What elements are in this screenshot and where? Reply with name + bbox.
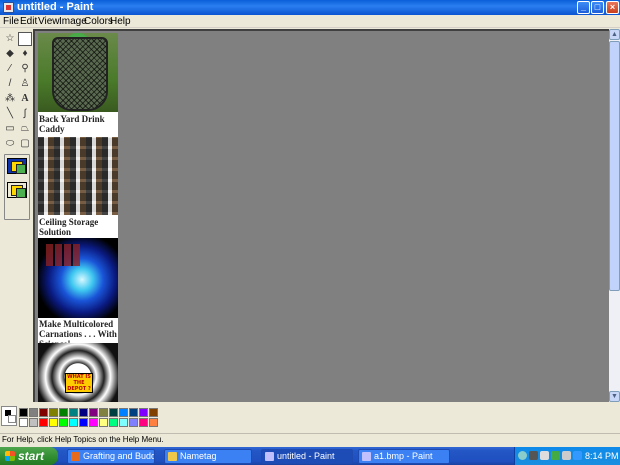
- color-swatch[interactable]: [139, 408, 148, 417]
- menu-help[interactable]: Help: [110, 15, 131, 28]
- minimize-button[interactable]: _: [577, 1, 590, 14]
- tool-options-panel: [4, 154, 30, 220]
- system-tray: 8:14 PM: [514, 447, 620, 465]
- maximize-button[interactable]: □: [591, 1, 604, 14]
- start-label: start: [18, 449, 45, 463]
- menu-colors[interactable]: Colors: [84, 15, 113, 28]
- transparent-selection-icon[interactable]: [7, 182, 27, 198]
- rect-select-icon[interactable]: [18, 32, 32, 46]
- toolbox: ☆ ◆ ♦ ⁄ ⚲ / ♙ ⁂ A ╲ ∫ ▭ ⏢ ⬭ ▢: [0, 29, 33, 402]
- depot-sign: WHAT IS THE DEPOT ?: [65, 373, 93, 393]
- line-icon[interactable]: ╲: [3, 107, 17, 121]
- ceiling-storage-image: [38, 137, 118, 215]
- color-swatch[interactable]: [59, 418, 68, 427]
- menu-bar: File Edit View Image Colors Help: [0, 15, 620, 28]
- color-swatch[interactable]: [139, 418, 148, 427]
- color-swatch[interactable]: [49, 408, 58, 417]
- eyedropper-icon[interactable]: ⁄: [3, 62, 17, 76]
- opaque-selection-icon[interactable]: [7, 158, 27, 174]
- close-button[interactable]: ×: [606, 1, 619, 14]
- firefox-icon: [71, 452, 80, 461]
- color-swatch[interactable]: [109, 408, 118, 417]
- airbrush-icon[interactable]: ⁂: [3, 92, 17, 106]
- pencil-icon[interactable]: /: [3, 77, 17, 91]
- color-swatch[interactable]: [129, 418, 138, 427]
- text-icon[interactable]: A: [18, 92, 32, 106]
- color-swatch[interactable]: [119, 418, 128, 427]
- color-swatch[interactable]: [89, 408, 98, 417]
- eraser-icon[interactable]: ◆: [3, 47, 17, 61]
- color-swatch[interactable]: [109, 418, 118, 427]
- rectangle-icon[interactable]: ▭: [3, 122, 17, 136]
- curve-icon[interactable]: ∫: [18, 107, 32, 121]
- color-swatch[interactable]: [89, 418, 98, 427]
- tray-app-icon[interactable]: [529, 451, 538, 460]
- task-untitled-paint[interactable]: untitled - Paint: [261, 449, 353, 464]
- color-palette: [0, 402, 620, 433]
- clock: 8:14 PM: [585, 451, 619, 461]
- taskbar: start Grafting and Budding ... Nametag u…: [0, 447, 620, 465]
- tray-expand-icon[interactable]: [518, 451, 527, 460]
- menu-edit[interactable]: Edit: [20, 15, 37, 28]
- color-swatch[interactable]: [29, 418, 38, 427]
- status-text: For Help, click Help Topics on the Help …: [2, 435, 164, 444]
- color-swatch[interactable]: [119, 408, 128, 417]
- caption-ceiling-storage: Ceiling Storage Solution: [39, 217, 99, 237]
- menu-image[interactable]: Image: [59, 15, 87, 28]
- folder-icon: [168, 452, 177, 461]
- color-swatch[interactable]: [79, 408, 88, 417]
- background-color: [8, 415, 16, 423]
- tray-info-icon[interactable]: [573, 451, 582, 460]
- menu-view[interactable]: View: [38, 15, 60, 28]
- fill-icon[interactable]: ♦: [18, 47, 32, 61]
- window-title: untitled - Paint: [17, 1, 94, 13]
- scroll-up-button[interactable]: ▲: [609, 29, 620, 40]
- title-bar: untitled - Paint _ □ ×: [0, 0, 620, 15]
- paint-app-icon[interactable]: [3, 2, 14, 13]
- color-swatch[interactable]: [79, 418, 88, 427]
- task-nametag[interactable]: Nametag: [164, 449, 252, 464]
- color-swatch[interactable]: [59, 408, 68, 417]
- depot-image: WHAT IS THE DEPOT ?: [38, 343, 118, 404]
- polygon-icon[interactable]: ⏢: [18, 122, 32, 136]
- color-swatch[interactable]: [149, 418, 158, 427]
- status-bar: For Help, click Help Topics on the Help …: [0, 433, 620, 446]
- color-swatch[interactable]: [129, 408, 138, 417]
- volume-icon[interactable]: [562, 451, 571, 460]
- workspace: Back Yard Drink Caddy Ceiling Storage So…: [33, 29, 609, 404]
- caption-drink-caddy: Back Yard Drink Caddy: [39, 114, 105, 134]
- ellipse-icon[interactable]: ⬭: [3, 137, 17, 151]
- current-colors: [1, 406, 17, 426]
- color-swatch[interactable]: [19, 408, 28, 417]
- drawing-canvas[interactable]: Back Yard Drink Caddy Ceiling Storage So…: [38, 33, 118, 404]
- tray-network-icon[interactable]: [540, 451, 549, 460]
- color-swatch[interactable]: [39, 408, 48, 417]
- carnation-image: [38, 238, 118, 318]
- brush-icon[interactable]: ♙: [18, 77, 32, 91]
- color-swatch[interactable]: [149, 408, 158, 417]
- color-swatch[interactable]: [19, 418, 28, 427]
- color-swatch[interactable]: [99, 418, 108, 427]
- free-select-icon[interactable]: ☆: [3, 32, 17, 46]
- menu-file[interactable]: File: [3, 15, 19, 28]
- scroll-down-button[interactable]: ▼: [609, 391, 620, 402]
- paint-icon: [265, 452, 274, 461]
- task-grafting[interactable]: Grafting and Budding ...: [67, 449, 155, 464]
- color-swatch[interactable]: [69, 418, 78, 427]
- color-swatch[interactable]: [39, 418, 48, 427]
- scroll-thumb[interactable]: [609, 41, 620, 291]
- color-swatch[interactable]: [69, 408, 78, 417]
- drink-caddy-image: [38, 33, 118, 112]
- vertical-scrollbar[interactable]: ▲ ▼: [609, 29, 620, 402]
- color-swatch[interactable]: [29, 408, 38, 417]
- paint-icon: [362, 452, 371, 461]
- color-swatch[interactable]: [49, 418, 58, 427]
- windows-logo-icon: [5, 451, 15, 461]
- rounded-rect-icon[interactable]: ▢: [18, 137, 32, 151]
- task-a1-paint[interactable]: a1.bmp - Paint: [358, 449, 450, 464]
- magnifier-icon[interactable]: ⚲: [18, 62, 32, 76]
- tray-security-icon[interactable]: [551, 451, 560, 460]
- color-swatch[interactable]: [99, 408, 108, 417]
- start-button[interactable]: start: [0, 447, 58, 465]
